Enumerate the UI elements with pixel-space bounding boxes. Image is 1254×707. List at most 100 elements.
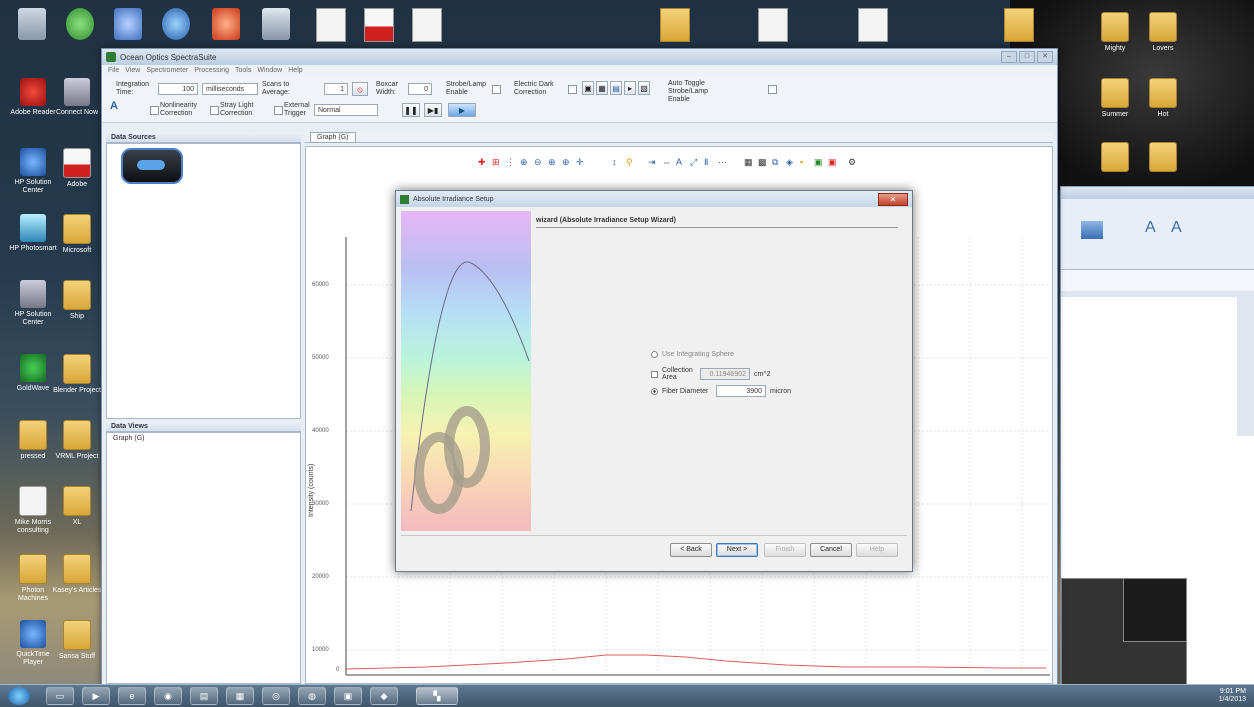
- menu-window[interactable]: Window: [257, 67, 282, 74]
- auto-toggle-checkbox[interactable]: [768, 85, 777, 94]
- menu-bar: File View Spectrometer Processing Tools …: [102, 65, 1057, 76]
- integrating-sphere-radio[interactable]: [651, 351, 658, 358]
- desktop-icon-hot[interactable]: Hot: [1136, 76, 1190, 138]
- taskbar-clock[interactable]: 9:01 PM 1/4/2013: [1219, 688, 1246, 704]
- folder-icon[interactable]: [660, 8, 690, 42]
- cancel-button[interactable]: Cancel: [810, 543, 852, 557]
- recycle-bin-icon[interactable]: [18, 8, 46, 40]
- nonlinearity-checkbox[interactable]: [150, 106, 159, 115]
- taskbar-app-icon[interactable]: ▦: [226, 687, 254, 705]
- integrating-sphere-option[interactable]: Use Integrating Sphere: [651, 351, 734, 358]
- toolbar-icon[interactable]: ▸: [624, 81, 636, 95]
- back-button[interactable]: < Back: [670, 543, 712, 557]
- data-sources-panel: [106, 143, 301, 419]
- menu-spectrometer[interactable]: Spectrometer: [146, 67, 188, 74]
- data-views-item[interactable]: Graph (G): [113, 435, 145, 442]
- folder-icon: [63, 486, 91, 516]
- web-browser-icon[interactable]: [66, 8, 94, 40]
- document-icon[interactable]: [316, 8, 346, 42]
- play-acquire-icon[interactable]: ▶: [448, 103, 476, 117]
- taskbar-app-icon[interactable]: ▤: [190, 687, 218, 705]
- toolbar-icon[interactable]: ▦: [596, 81, 608, 95]
- taskbar-app-icon[interactable]: ▣: [334, 687, 362, 705]
- taskbar-spectrasuite-icon[interactable]: ▚: [416, 687, 458, 705]
- finish-button[interactable]: Finish: [764, 543, 806, 557]
- taskbar-media-icon[interactable]: ▶: [82, 687, 110, 705]
- menu-view[interactable]: View: [125, 67, 140, 74]
- app-icon[interactable]: [162, 8, 190, 40]
- stop-acquisition-icon[interactable]: ⦸: [352, 82, 368, 96]
- folder-icon[interactable]: [1004, 8, 1034, 42]
- scans-to-average-input[interactable]: 1: [324, 83, 348, 95]
- folder-icon: [1101, 12, 1129, 42]
- toolbar-icon[interactable]: ▣: [582, 81, 594, 95]
- desktop-icon-microsoft[interactable]: Microsoft: [50, 212, 104, 274]
- app-icon[interactable]: [262, 8, 290, 40]
- taskbar-app-icon[interactable]: ◎: [262, 687, 290, 705]
- close-window-button[interactable]: ✕: [1037, 51, 1053, 63]
- integration-unit-select[interactable]: milliseconds: [202, 83, 258, 95]
- desktop-icon-summer[interactable]: Summer: [1088, 76, 1142, 138]
- text-tool-icon[interactable]: A: [110, 101, 118, 112]
- collection-area-checkbox[interactable]: [651, 370, 658, 378]
- spectrometer-device-icon[interactable]: [121, 148, 183, 184]
- toolbar-icon[interactable]: ▤: [610, 81, 622, 95]
- folder-icon: [63, 280, 91, 310]
- fiber-diameter-label: Fiber Diameter: [662, 387, 709, 395]
- next-button[interactable]: Next >: [716, 543, 758, 557]
- electric-dark-checkbox[interactable]: [568, 85, 577, 94]
- taskbar-app-icon[interactable]: ◍: [298, 687, 326, 705]
- minimize-button[interactable]: –: [1001, 51, 1017, 63]
- app-icon[interactable]: [212, 8, 240, 40]
- desktop-icon-adobe[interactable]: Adobe: [50, 146, 104, 208]
- maximize-button[interactable]: □: [1019, 51, 1035, 63]
- pdf-file-icon[interactable]: [364, 8, 394, 42]
- desktop-icon-mighty[interactable]: Mighty: [1088, 10, 1142, 72]
- absolute-irradiance-dialog[interactable]: Absolute Irradiance Setup ✕ wizard (Abso…: [395, 190, 913, 572]
- fiber-diameter-radio[interactable]: [651, 387, 658, 395]
- background-document-window[interactable]: [1060, 436, 1254, 686]
- trigger-mode-select[interactable]: Normal: [314, 104, 378, 116]
- dialog-close-button[interactable]: ✕: [878, 192, 908, 206]
- menu-processing[interactable]: Processing: [194, 67, 229, 74]
- taskbar-ie-icon[interactable]: e: [118, 687, 146, 705]
- taskbar-acrobat-icon[interactable]: ◆: [370, 687, 398, 705]
- quicktime-icon: [20, 620, 46, 648]
- menu-help[interactable]: Help: [288, 67, 302, 74]
- boxcar-width-input[interactable]: 0: [408, 83, 432, 95]
- external-trigger-checkbox[interactable]: [274, 106, 283, 115]
- desktop-icon-xl[interactable]: XL: [50, 484, 104, 546]
- background-office-window[interactable]: A A: [1060, 186, 1254, 438]
- single-acquire-icon[interactable]: ▶▮: [424, 103, 442, 117]
- thumbnail-preview: [1123, 578, 1187, 642]
- text-file-icon[interactable]: [758, 8, 788, 42]
- fiber-diameter-input[interactable]: 3900: [716, 385, 766, 397]
- strobe-lamp-checkbox[interactable]: [492, 85, 501, 94]
- desktop-icon-kaseys-articles[interactable]: Kasey's Articles: [50, 552, 104, 614]
- graph-tab[interactable]: Graph (G): [310, 132, 356, 143]
- help-button[interactable]: Help: [856, 543, 898, 557]
- start-button-icon[interactable]: [8, 687, 30, 705]
- document-icon[interactable]: [412, 8, 442, 42]
- collection-area-input[interactable]: 0.11946902: [700, 368, 750, 380]
- desktop-icon-vrml[interactable]: VRML Project: [50, 418, 104, 480]
- taskbar-firefox-icon[interactable]: ◉: [154, 687, 182, 705]
- desktop-icon-lovers[interactable]: Lovers: [1136, 10, 1190, 72]
- desktop-icon-connect-now[interactable]: Connect Now: [50, 76, 104, 138]
- network-icon[interactable]: [114, 8, 142, 40]
- y-axis-title: Intensity (counts): [308, 463, 315, 517]
- taskbar-explorer-icon[interactable]: ▭: [46, 687, 74, 705]
- fiber-diameter-option[interactable]: Fiber Diameter 3900 micron: [651, 385, 791, 397]
- taskbar: ▭ ▶ e ◉ ▤ ▦ ◎ ◍ ▣ ◆ ▚ 9:01 PM 1/4/2013: [0, 684, 1254, 707]
- desktop-icon-ship[interactable]: Ship: [50, 278, 104, 340]
- toolbar-icon[interactable]: ▧: [638, 81, 650, 95]
- menu-tools[interactable]: Tools: [235, 67, 251, 74]
- desktop-icon-blender[interactable]: Blender Project: [50, 352, 104, 414]
- menu-file[interactable]: File: [108, 67, 119, 74]
- collection-area-option[interactable]: Collection Area 0.11946902 cm^2: [651, 367, 771, 381]
- stray-light-checkbox[interactable]: [210, 106, 219, 115]
- desktop-icon-sansa-stuff[interactable]: Sansa Stuff: [50, 618, 104, 680]
- integration-time-input[interactable]: 100: [158, 83, 198, 95]
- pause-icon[interactable]: ❚❚: [402, 103, 420, 117]
- text-file-icon[interactable]: [858, 8, 888, 42]
